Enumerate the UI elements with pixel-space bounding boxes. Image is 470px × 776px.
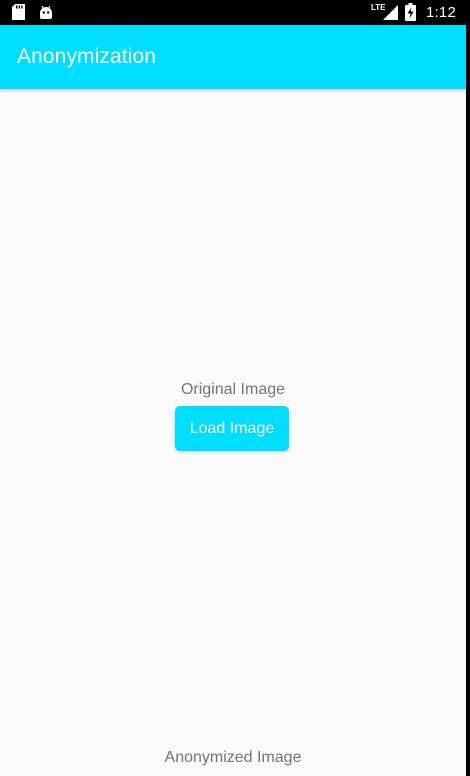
signal-icon: LTE: [371, 3, 399, 21]
app-title: Anonymization: [17, 45, 157, 68]
android-debug-icon: [39, 4, 53, 20]
battery-charging-icon: [405, 3, 416, 21]
screen-edge: [466, 0, 470, 776]
status-time: 1:12: [426, 3, 456, 21]
sd-card-icon: [12, 4, 25, 20]
anonymized-image-label: Anonymized Image: [164, 749, 302, 766]
original-image-label: Original Image: [180, 381, 286, 398]
status-bar: LTE 1:12: [0, 0, 466, 25]
system-icons: LTE 1:12: [371, 3, 456, 21]
notification-icons: [12, 4, 53, 20]
load-image-button[interactable]: Load Image: [175, 406, 289, 451]
app-bar: Anonymization: [0, 25, 466, 89]
app-screen: LTE 1:12 Anonymization Original Image Lo…: [0, 0, 466, 776]
network-type-label: LTE: [371, 3, 386, 12]
load-image-button-label: Load Image: [189, 419, 275, 437]
